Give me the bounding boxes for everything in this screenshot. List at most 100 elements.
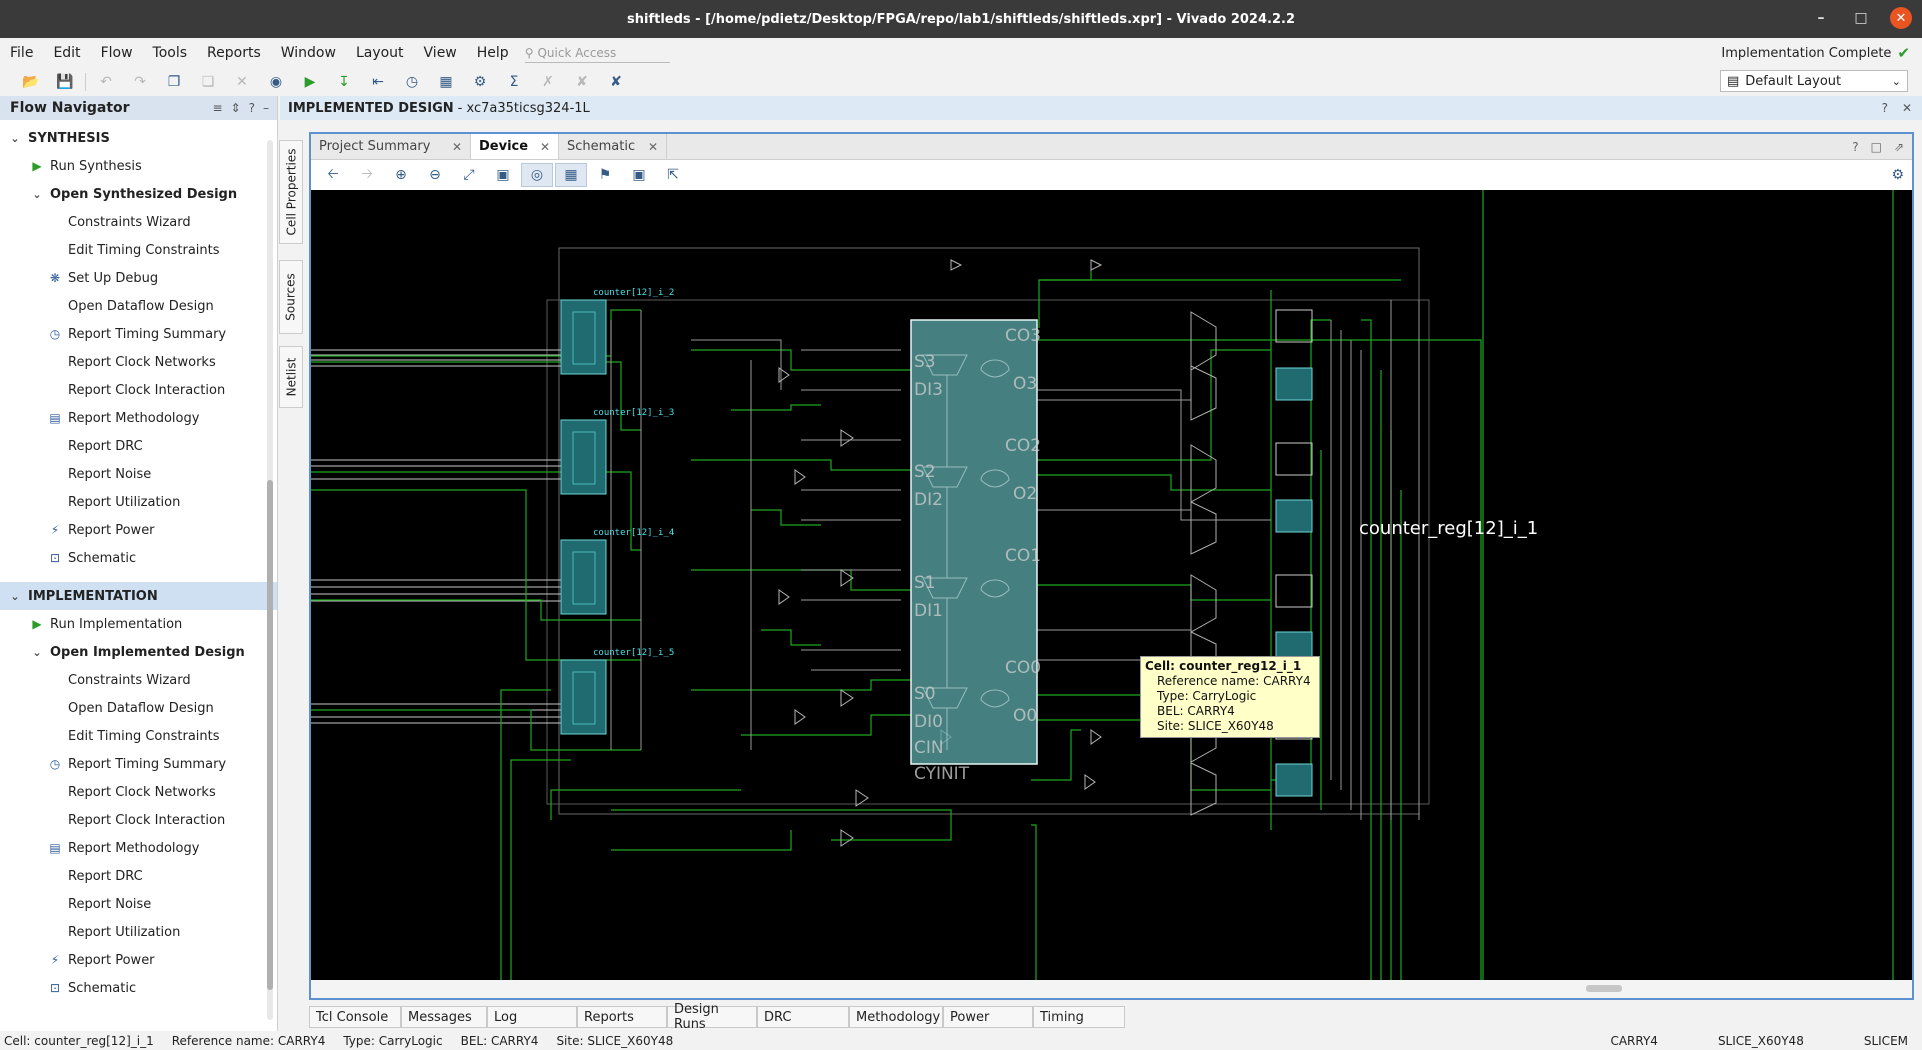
help-icon[interactable]: ? — [1882, 101, 1888, 115]
report-icon[interactable]: ▦ — [429, 70, 463, 94]
add-pblock-icon[interactable]: ⚑ — [589, 163, 621, 187]
zoom-in-icon[interactable]: ⊕ — [385, 163, 417, 187]
tab-messages[interactable]: Messages — [401, 1006, 487, 1028]
tab-methodology[interactable]: Methodology — [849, 1006, 943, 1028]
tab-log[interactable]: Log — [487, 1006, 577, 1028]
debug-icon[interactable]: ✗ — [531, 70, 565, 94]
minimize-icon[interactable]: – — [1810, 7, 1832, 29]
run-icon[interactable]: ▶ — [293, 70, 327, 94]
menu-edit[interactable]: Edit — [43, 45, 90, 61]
chevron-down-icon[interactable]: ⌄ — [30, 646, 44, 659]
menu-file[interactable]: File — [0, 45, 43, 61]
impl-schematic[interactable]: ⊡ Schematic — [0, 974, 277, 1002]
tab-design-runs[interactable]: Design Runs — [667, 1002, 757, 1032]
tab-power[interactable]: Power — [943, 1006, 1033, 1028]
help-icon[interactable]: ? — [249, 101, 255, 115]
layout-select[interactable]: ▤ Default Layout ⌄ — [1720, 70, 1908, 92]
autofit-selection-icon[interactable]: ◎ — [521, 163, 553, 187]
chevron-down-icon[interactable]: ⌄ — [30, 188, 44, 201]
gear-icon[interactable]: ⚙ — [1891, 167, 1904, 183]
zoom-selection-icon[interactable]: ▣ — [487, 163, 519, 187]
tab-schematic[interactable]: Schematic ✕ — [559, 134, 667, 159]
float-icon[interactable]: ⇗ — [1894, 140, 1904, 154]
tab-reports[interactable]: Reports — [577, 1006, 667, 1028]
expand-view-icon[interactable]: ⇱ — [657, 163, 689, 187]
synth-report-power[interactable]: ⚡ Report Power — [0, 516, 277, 544]
scrollbar-thumb[interactable] — [267, 480, 273, 990]
close-icon[interactable]: ✕ — [1890, 7, 1912, 29]
impl-report-power[interactable]: ⚡ Report Power — [0, 946, 277, 974]
impl-constraints-wizard[interactable]: Constraints Wizard — [0, 666, 277, 694]
section-implementation[interactable]: ⌄ IMPLEMENTATION — [0, 582, 277, 610]
chevron-down-icon[interactable]: ⌄ — [8, 590, 22, 603]
synth-report-clock-interaction[interactable]: Report Clock Interaction — [0, 376, 277, 404]
impl-report-clock-interaction[interactable]: Report Clock Interaction — [0, 806, 277, 834]
synth-report-methodology[interactable]: ▤ Report Methodology — [0, 404, 277, 432]
open-implemented-design[interactable]: ⌄ Open Implemented Design — [0, 638, 277, 666]
close-icon[interactable]: ✕ — [1902, 101, 1912, 115]
tools-icon[interactable]: ✘ — [599, 70, 633, 94]
minimize-panel-icon[interactable]: – — [263, 101, 269, 115]
impl-report-utilization[interactable]: Report Utilization — [0, 918, 277, 946]
debug-alt-icon[interactable]: ✘ — [565, 70, 599, 94]
open-project-icon[interactable]: 📂 — [14, 70, 48, 94]
menu-view[interactable]: View — [414, 45, 467, 61]
side-tab-sources[interactable]: Sources — [279, 260, 303, 334]
close-icon[interactable]: ✕ — [452, 140, 462, 154]
show-cells-icon[interactable]: ▣ — [623, 163, 655, 187]
step-icon[interactable]: ↧ — [327, 70, 361, 94]
impl-edit-timing-constraints[interactable]: Edit Timing Constraints — [0, 722, 277, 750]
impl-report-clock-networks[interactable]: Report Clock Networks — [0, 778, 277, 806]
settings-icon[interactable]: ⚙ — [463, 70, 497, 94]
synth-report-timing-summary[interactable]: ◷ Report Timing Summary — [0, 320, 277, 348]
flow-navigator-scrollbar[interactable] — [267, 140, 273, 1020]
menu-tools[interactable]: Tools — [143, 45, 198, 61]
forward-arrow-icon[interactable]: 🡢 — [351, 163, 383, 187]
side-tab-cell-properties[interactable]: Cell Properties — [279, 140, 303, 244]
synth-report-noise[interactable]: Report Noise — [0, 460, 277, 488]
tab-project-summary[interactable]: Project Summary ✕ — [311, 134, 471, 159]
synth-schematic[interactable]: ⊡ Schematic — [0, 544, 277, 572]
paste-icon[interactable]: ❏ — [191, 70, 225, 94]
device-canvas[interactable]: counter_reg[12]_i_1 counter[12]_i_2 coun… — [311, 190, 1912, 980]
redo-icon[interactable]: ↷ — [123, 70, 157, 94]
synth-report-clock-networks[interactable]: Report Clock Networks — [0, 348, 277, 376]
sigma-icon[interactable]: Σ — [497, 70, 531, 94]
impl-report-timing-summary[interactable]: ◷ Report Timing Summary — [0, 750, 277, 778]
tab-device[interactable]: Device ✕ — [471, 134, 559, 159]
close-icon[interactable]: ✕ — [540, 140, 550, 154]
impl-report-methodology[interactable]: ▤ Report Methodology — [0, 834, 277, 862]
find-icon[interactable]: ◉ — [259, 70, 293, 94]
menu-window[interactable]: Window — [271, 45, 346, 61]
maximize-icon[interactable]: □ — [1850, 7, 1872, 29]
section-synthesis[interactable]: ⌄ SYNTHESIS — [0, 124, 277, 152]
menu-flow[interactable]: Flow — [91, 45, 143, 61]
synth-set-up-debug[interactable]: ❋ Set Up Debug — [0, 264, 277, 292]
run-implementation[interactable]: ▶ Run Implementation — [0, 610, 277, 638]
synth-report-utilization[interactable]: Report Utilization — [0, 488, 277, 516]
synth-edit-timing-constraints[interactable]: Edit Timing Constraints — [0, 236, 277, 264]
run-synthesis[interactable]: ▶ Run Synthesis — [0, 152, 277, 180]
undo-icon[interactable]: ↶ — [89, 70, 123, 94]
delete-icon[interactable]: ✕ — [225, 70, 259, 94]
save-icon[interactable]: 💾 — [48, 70, 82, 94]
chevron-down-icon[interactable]: ⌄ — [8, 132, 22, 145]
synth-constraints-wizard[interactable]: Constraints Wizard — [0, 208, 277, 236]
copy-icon[interactable]: ❐ — [157, 70, 191, 94]
open-synthesized-design[interactable]: ⌄ Open Synthesized Design — [0, 180, 277, 208]
side-tab-netlist[interactable]: Netlist — [279, 346, 303, 408]
close-icon[interactable]: ✕ — [648, 140, 658, 154]
zoom-fit-icon[interactable]: ⤢ — [453, 163, 485, 187]
scrollbar-thumb[interactable] — [1586, 985, 1622, 992]
synth-open-dataflow-design[interactable]: Open Dataflow Design — [0, 292, 277, 320]
program-device-icon[interactable]: ⇤ — [361, 70, 395, 94]
quick-access-input[interactable]: ⚲ Quick Access — [524, 43, 670, 63]
routing-resources-icon[interactable]: ▦ — [555, 163, 587, 187]
restore-icon[interactable]: □ — [1871, 140, 1882, 154]
impl-report-drc[interactable]: Report DRC — [0, 862, 277, 890]
timing-icon[interactable]: ◷ — [395, 70, 429, 94]
tab-timing[interactable]: Timing — [1033, 1006, 1125, 1028]
zoom-out-icon[interactable]: ⊖ — [419, 163, 451, 187]
menu-layout[interactable]: Layout — [346, 45, 414, 61]
collapse-all-icon[interactable]: ≡ — [213, 101, 223, 115]
